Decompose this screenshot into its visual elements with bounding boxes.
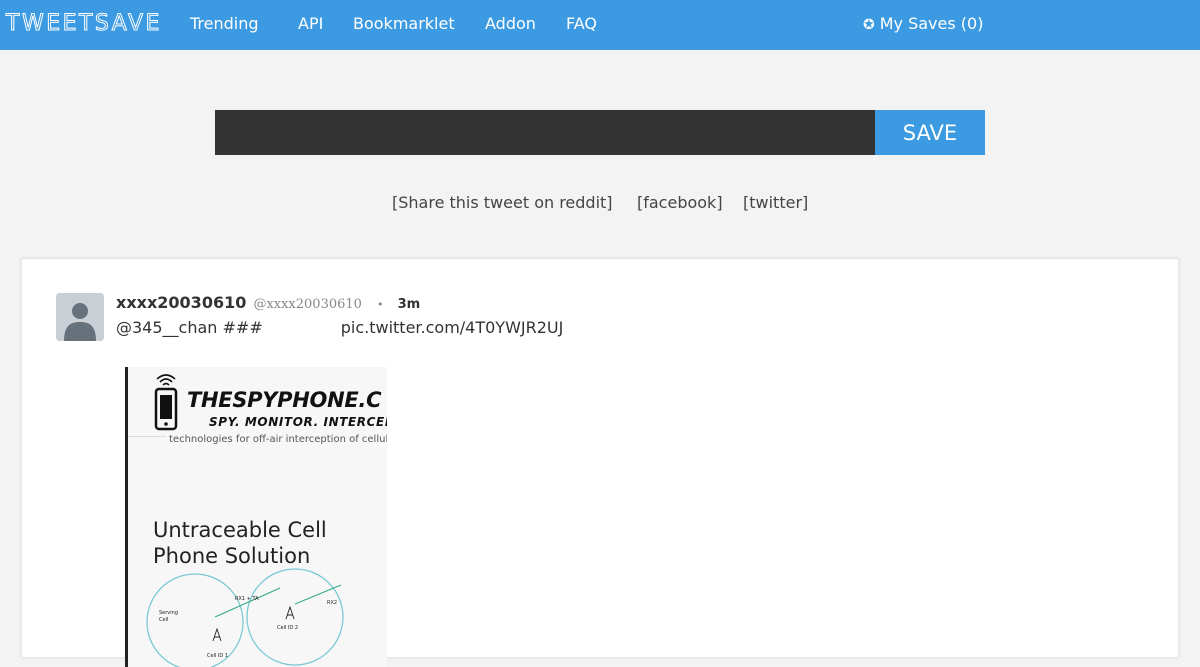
diagram-label-rx2: RX2 [327,600,337,606]
tweet-text: @345__chan ### pic.twitter.com/4T0YWJR2UJ [116,318,563,338]
tweet-url-input[interactable] [215,110,875,155]
nav-link-trending[interactable]: Trending [190,14,259,34]
divider [128,436,166,437]
tweet-timestamp[interactable]: 3m [398,297,421,312]
brand-title: THESPYPHONE.C [187,388,382,412]
separator-dot: • [377,298,384,311]
diagram-label-cell-id-1: Cell ID 1 [207,653,228,659]
avatar[interactable] [56,293,104,341]
save-button[interactable]: SAVE [875,110,985,155]
share-reddit-link[interactable]: [Share this tweet on reddit] [392,193,613,213]
screen-name[interactable]: @xxxx20030610 [253,297,362,312]
diagram-label-cell-id-2: Cell ID 2 [277,625,298,631]
brand-description: technologies for off-air interception of… [169,434,387,445]
nav-link-bookmarklet[interactable]: Bookmarklet [353,14,455,34]
diagram-label-rx1: RX1 + TA [235,596,259,602]
top-navbar: TWEETSAVE Trending API Bookmarklet Addon… [0,0,1200,50]
brand-tagline: SPY. MONITOR. INTERCEP [209,415,387,429]
diagram-label-serving: Serving [159,610,178,616]
tweet-header: xxxx20030610 @xxxx20030610 • 3m [116,293,420,315]
tweet-pic-link[interactable]: pic.twitter.com/4T0YWJR2UJ [341,318,564,337]
nav-link-addon[interactable]: Addon [485,14,536,34]
nav-link-faq[interactable]: FAQ [566,14,597,34]
tweet-body: @345__chan ### [116,318,263,337]
headline-line-2: Phone Solution [153,544,311,568]
phone-logo-icon [154,374,178,431]
star-icon: ✪ [863,17,875,33]
site-logo[interactable]: TWEETSAVE [6,10,162,38]
cell-tower-diagram: RX1 + TA RX2 Serving Cell Cell ID 1 Cell… [146,568,344,667]
default-avatar-icon [56,293,104,341]
headline-line-1: Untraceable Cell [153,518,327,542]
image-headline: Untraceable Cell Phone Solution [153,517,383,569]
display-name[interactable]: xxxx20030610 [116,293,246,312]
nav-link-api[interactable]: API [298,14,323,34]
my-saves-label: My Saves (0) [879,14,984,33]
tweet-media-image[interactable]: THESPYPHONE.C SPY. MONITOR. INTERCEP tec… [125,367,387,667]
diagram-label-cell: Cell [159,617,168,623]
share-facebook-link[interactable]: [facebook] [637,193,723,213]
my-saves-link[interactable]: ✪ My Saves (0) [863,14,983,35]
share-twitter-link[interactable]: [twitter] [743,193,808,213]
image-edge [125,367,128,667]
tweet-card: xxxx20030610 @xxxx20030610 • 3m @345__ch… [21,258,1179,667]
